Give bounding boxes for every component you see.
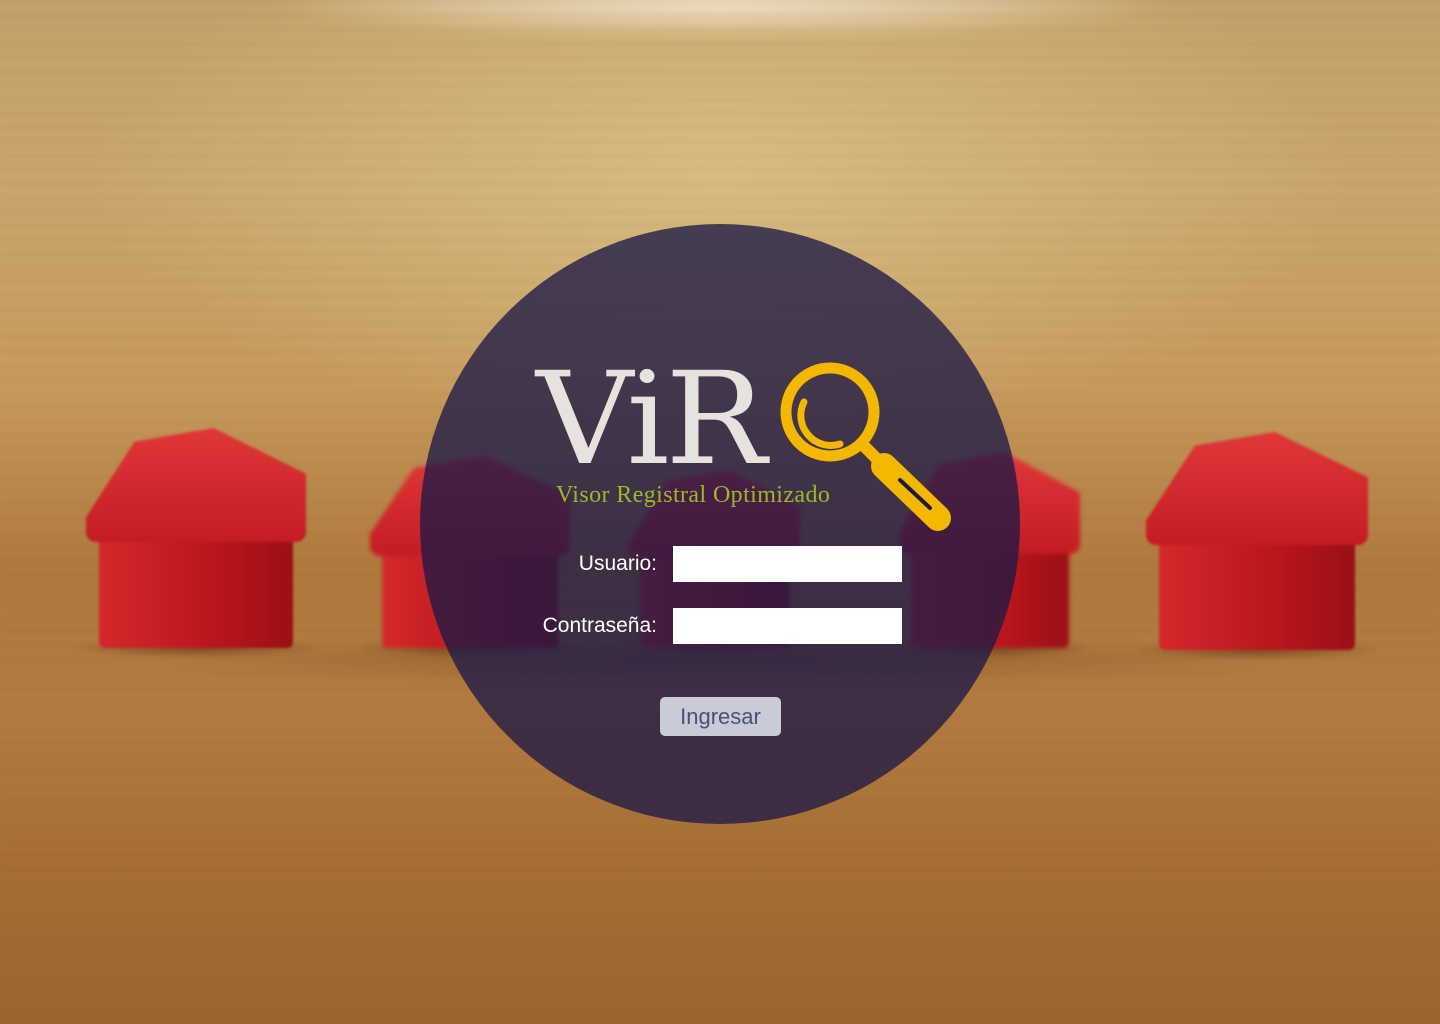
username-label: Usuario: [578,552,657,575]
login-button[interactable]: Ingresar [660,697,781,736]
red-house-image [1137,432,1377,660]
magnifier-icon [780,362,951,531]
username-row: Usuario: [527,546,902,582]
logo-subtitle: Visor Registral Optimizado [556,482,831,508]
viro-logo: ViR Visor Registral Optimizado [536,356,966,536]
password-input[interactable] [673,608,902,644]
username-input[interactable] [673,546,902,582]
password-label: Contraseña: [542,614,657,637]
red-house-image [77,428,315,658]
logo-wordmark: ViR [536,345,766,494]
password-row: Contraseña: [527,608,902,644]
